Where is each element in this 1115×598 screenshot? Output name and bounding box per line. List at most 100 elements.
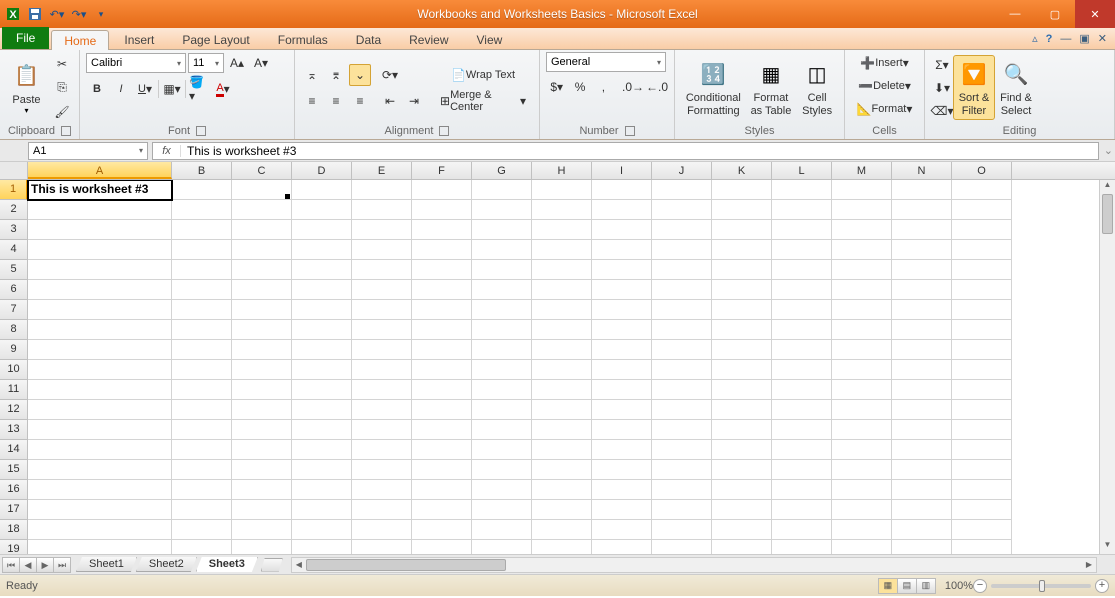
cell-C1[interactable] [232, 180, 292, 200]
sheet-tab-sheet2[interactable]: Sheet2 [136, 557, 197, 572]
cell-L10[interactable] [772, 360, 832, 380]
orientation-button[interactable]: ⟳▾ [379, 64, 401, 86]
row-header-19[interactable]: 19 [0, 540, 28, 554]
cell-N5[interactable] [892, 260, 952, 280]
column-header-G[interactable]: G [472, 162, 532, 179]
cell-N3[interactable] [892, 220, 952, 240]
new-sheet-button[interactable] [261, 558, 283, 572]
cell-E10[interactable] [352, 360, 412, 380]
cell-D17[interactable] [292, 500, 352, 520]
cell-H7[interactable] [532, 300, 592, 320]
row-header-3[interactable]: 3 [0, 220, 28, 240]
cell-F19[interactable] [412, 540, 472, 554]
cell-G17[interactable] [472, 500, 532, 520]
cell-K2[interactable] [712, 200, 772, 220]
cell-K9[interactable] [712, 340, 772, 360]
cell-J12[interactable] [652, 400, 712, 420]
ribbon-minimize-icon[interactable]: ▵ [1030, 30, 1040, 47]
cell-M5[interactable] [832, 260, 892, 280]
column-header-N[interactable]: N [892, 162, 952, 179]
cell-L3[interactable] [772, 220, 832, 240]
row-header-4[interactable]: 4 [0, 240, 28, 260]
row-header-5[interactable]: 5 [0, 260, 28, 280]
cell-M7[interactable] [832, 300, 892, 320]
cut-button[interactable]: ✂ [51, 53, 73, 75]
row-header-6[interactable]: 6 [0, 280, 28, 300]
cell-F13[interactable] [412, 420, 472, 440]
cell-H19[interactable] [532, 540, 592, 554]
cell-C19[interactable] [232, 540, 292, 554]
cell-N6[interactable] [892, 280, 952, 300]
cell-F6[interactable] [412, 280, 472, 300]
cell-O17[interactable] [952, 500, 1012, 520]
cell-G13[interactable] [472, 420, 532, 440]
cell-M17[interactable] [832, 500, 892, 520]
tab-home[interactable]: Home [51, 30, 109, 50]
cell-B9[interactable] [172, 340, 232, 360]
cell-O9[interactable] [952, 340, 1012, 360]
cell-F10[interactable] [412, 360, 472, 380]
hscroll-thumb[interactable] [306, 559, 506, 571]
cell-J10[interactable] [652, 360, 712, 380]
cell-G5[interactable] [472, 260, 532, 280]
cell-C5[interactable] [232, 260, 292, 280]
conditional-formatting-button[interactable]: 🔢Conditional Formatting [681, 55, 746, 119]
cell-G1[interactable] [472, 180, 532, 200]
cell-F11[interactable] [412, 380, 472, 400]
cell-F9[interactable] [412, 340, 472, 360]
cell-G2[interactable] [472, 200, 532, 220]
cell-L1[interactable] [772, 180, 832, 200]
cell-K5[interactable] [712, 260, 772, 280]
align-center-button[interactable]: ≡ [325, 90, 347, 112]
excel-icon[interactable]: X [4, 5, 22, 23]
cell-C15[interactable] [232, 460, 292, 480]
clipboard-launcher[interactable] [61, 126, 71, 136]
cell-O3[interactable] [952, 220, 1012, 240]
cell-O11[interactable] [952, 380, 1012, 400]
cell-I8[interactable] [592, 320, 652, 340]
cell-C17[interactable] [232, 500, 292, 520]
cell-M1[interactable] [832, 180, 892, 200]
cell-D9[interactable] [292, 340, 352, 360]
cell-D2[interactable] [292, 200, 352, 220]
cell-A2[interactable] [28, 200, 172, 220]
row-header-10[interactable]: 10 [0, 360, 28, 380]
cell-M4[interactable] [832, 240, 892, 260]
tab-data[interactable]: Data [343, 29, 394, 49]
scroll-left-icon[interactable]: ◀ [292, 558, 306, 572]
cell-O14[interactable] [952, 440, 1012, 460]
cell-B5[interactable] [172, 260, 232, 280]
undo-icon[interactable]: ↶▾ [48, 5, 66, 23]
cell-I14[interactable] [592, 440, 652, 460]
cell-K19[interactable] [712, 540, 772, 554]
column-header-J[interactable]: J [652, 162, 712, 179]
cell-B11[interactable] [172, 380, 232, 400]
cell-M6[interactable] [832, 280, 892, 300]
cell-L13[interactable] [772, 420, 832, 440]
cell-H12[interactable] [532, 400, 592, 420]
column-header-D[interactable]: D [292, 162, 352, 179]
paste-button[interactable]: 📋 Paste ▾ [6, 57, 47, 118]
format-painter-button[interactable]: 🖌 [51, 101, 73, 123]
cell-A4[interactable] [28, 240, 172, 260]
cell-C4[interactable] [232, 240, 292, 260]
cell-D19[interactable] [292, 540, 352, 554]
cell-A12[interactable] [28, 400, 172, 420]
column-header-O[interactable]: O [952, 162, 1012, 179]
cell-L18[interactable] [772, 520, 832, 540]
cell-E15[interactable] [352, 460, 412, 480]
cell-A3[interactable] [28, 220, 172, 240]
shrink-font-button[interactable]: A▾ [250, 52, 272, 74]
cell-D11[interactable] [292, 380, 352, 400]
cell-E9[interactable] [352, 340, 412, 360]
row-header-13[interactable]: 13 [0, 420, 28, 440]
cell-K4[interactable] [712, 240, 772, 260]
cell-A18[interactable] [28, 520, 172, 540]
cell-L15[interactable] [772, 460, 832, 480]
number-launcher[interactable] [625, 126, 635, 136]
tab-page-layout[interactable]: Page Layout [169, 29, 262, 49]
cell-B6[interactable] [172, 280, 232, 300]
cell-A15[interactable] [28, 460, 172, 480]
cell-D10[interactable] [292, 360, 352, 380]
cell-I13[interactable] [592, 420, 652, 440]
